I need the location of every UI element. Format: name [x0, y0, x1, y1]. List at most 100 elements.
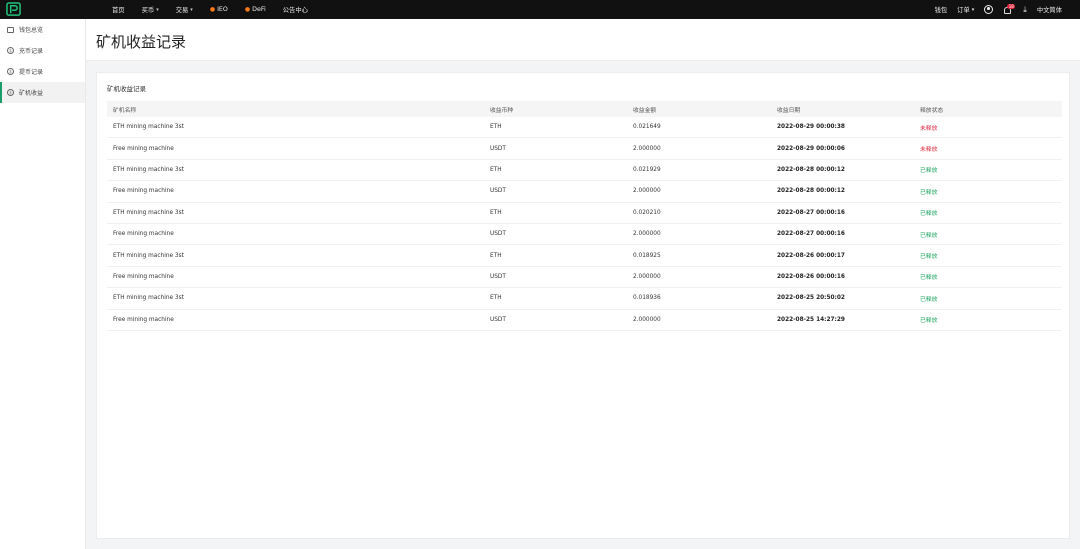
- table-body: ETH mining machine 3st ETH 0.021649 2022-08…: [107, 117, 1062, 331]
- cell-date: 2022-08-28 00:00:12: [777, 166, 845, 173]
- cell-machine-name: ETH mining machine 3st: [113, 124, 184, 131]
- wallet-link[interactable]: 钱包: [935, 5, 948, 14]
- nav-trade[interactable]: 交易 ▾: [175, 5, 193, 15]
- cell-status: 已释放: [920, 254, 938, 261]
- page-header: 矿机收益记录: [86, 19, 1080, 61]
- cell-machine-name: ETH mining machine 3st: [113, 166, 184, 173]
- cell-status: 未释放: [920, 125, 938, 132]
- cell-machine-name: ETH mining machine 3st: [113, 252, 184, 259]
- table-row: ETH mining machine 3st ETH 0.020210 2022-08…: [107, 203, 1062, 224]
- user-avatar-button[interactable]: [984, 5, 994, 14]
- cell-currency: ETH: [490, 295, 502, 302]
- nav-defi[interactable]: ● DeFi: [245, 6, 266, 13]
- orders-menu[interactable]: 订单 ▾: [957, 5, 975, 15]
- sidebar-item-mining-earnings[interactable]: $ 矿机收益: [0, 82, 85, 103]
- table-row: ETH mining machine 3st ETH 0.018925 2022-08…: [107, 245, 1062, 267]
- earnings-card: 矿机收益记录 矿机名称 收益币种 收益金额 收益日期 释放状态 ETH mini…: [96, 72, 1070, 539]
- column-header-machine-name: 矿机名称: [113, 107, 137, 114]
- cell-status: 已释放: [920, 275, 938, 282]
- sidebar-item-withdraw-records[interactable]: $ 提币记录: [0, 61, 85, 82]
- cell-machine-name: ETH mining machine 3st: [113, 295, 184, 302]
- brand-logo[interactable]: [6, 2, 21, 17]
- cell-date: 2022-08-27 00:00:16: [777, 231, 845, 238]
- cell-amount: 0.018936: [633, 295, 661, 302]
- user-nav: 钱包 订单 ▾ 18 ⤓ 中文简体: [925, 0, 1062, 19]
- cell-machine-name: Free mining machine: [113, 231, 174, 238]
- cell-currency: ETH: [490, 124, 502, 131]
- orders-label: 订单: [957, 7, 970, 14]
- cell-machine-name: Free mining machine: [113, 145, 174, 152]
- cell-amount: 0.021929: [633, 166, 661, 173]
- cell-status: 未释放: [920, 147, 938, 154]
- user-icon: [984, 5, 994, 14]
- cell-status: 已释放: [920, 211, 938, 218]
- cell-status: 已释放: [920, 232, 938, 239]
- nav-ieo[interactable]: ● IEO: [210, 6, 228, 13]
- cell-status: 已释放: [920, 296, 938, 303]
- earnings-table: 矿机名称 收益币种 收益金额 收益日期 释放状态 ETH mining mach…: [107, 101, 1062, 331]
- flame-icon: ●: [209, 6, 216, 13]
- nav-announcements-label: 公告中心: [282, 7, 308, 14]
- chevron-down-icon: ▾: [190, 6, 193, 13]
- cell-machine-name: ETH mining machine 3st: [113, 209, 184, 216]
- sidebar: 钱包总览 $ 充币记录 $ 提币记录 $ 矿机收益: [0, 19, 86, 549]
- table-header: 矿机名称 收益币种 收益金额 收益日期 释放状态: [107, 101, 1062, 117]
- nav-buy-crypto[interactable]: 买币 ▾: [141, 5, 159, 15]
- column-header-currency: 收益币种: [490, 107, 514, 114]
- table-row: ETH mining machine 3st ETH 0.018936 2022-08…: [107, 288, 1062, 310]
- cell-currency: USDT: [490, 273, 506, 280]
- cell-date: 2022-08-29 00:00:06: [777, 145, 845, 152]
- cell-currency: ETH: [490, 209, 502, 216]
- table-row: ETH mining machine 3st ETH 0.021649 2022-08…: [107, 117, 1062, 139]
- nav-trade-label: 交易: [175, 7, 189, 14]
- cell-date: 2022-08-27 00:00:16: [777, 209, 845, 216]
- nav-ieo-label: IEO: [217, 6, 228, 13]
- download-icon: ⤓: [1023, 4, 1027, 14]
- top-navigation-bar: 首页 买币 ▾ 交易 ▾ ● IEO ● DeFi 公告中心 钱包 订单 ▾ 1…: [0, 0, 1080, 19]
- flame-icon: ●: [244, 6, 251, 13]
- cell-amount: 2.000000: [633, 188, 661, 195]
- card-title: 矿机收益记录: [107, 85, 146, 93]
- chevron-down-icon: ▾: [971, 6, 975, 13]
- wallet-icon: [7, 26, 14, 33]
- table-row: Free mining machine USDT 2.000000 2022-08-2…: [107, 181, 1062, 203]
- wallet-label: 钱包: [934, 7, 948, 14]
- coin-icon: $: [7, 68, 14, 75]
- cell-currency: ETH: [490, 252, 502, 259]
- sidebar-item-label: 提币记录: [19, 69, 44, 76]
- main-nav: 首页 买币 ▾ 交易 ▾ ● IEO ● DeFi 公告中心: [112, 0, 325, 19]
- cell-machine-name: Free mining machine: [113, 188, 174, 195]
- table-row: Free mining machine USDT 2.000000 2022-08-2…: [107, 224, 1062, 246]
- nav-announcements[interactable]: 公告中心: [283, 5, 308, 14]
- notifications-button[interactable]: 18: [1003, 3, 1016, 16]
- sidebar-item-wallet-overview[interactable]: 钱包总览: [0, 19, 85, 40]
- chevron-down-icon: ▾: [156, 6, 159, 13]
- sidebar-item-deposit-records[interactable]: $ 充币记录: [0, 40, 85, 61]
- cell-amount: 2.000000: [633, 316, 661, 323]
- sidebar-item-label: 充币记录: [19, 48, 44, 55]
- page-title: 矿机收益记录: [96, 33, 187, 51]
- table-row: Free mining machine USDT 2.000000 2022-08-2…: [107, 310, 1062, 331]
- cell-date: 2022-08-29 00:00:38: [777, 124, 845, 131]
- download-button[interactable]: ⤓: [1023, 5, 1027, 15]
- cell-status: 已释放: [920, 189, 938, 196]
- sidebar-item-label: 矿机收益: [19, 90, 44, 97]
- language-label: 中文简体: [1036, 7, 1062, 14]
- sidebar-item-label: 钱包总览: [19, 27, 44, 34]
- cell-currency: USDT: [490, 188, 506, 195]
- notification-badge: 18: [1007, 3, 1016, 9]
- nav-defi-label: DeFi: [252, 6, 266, 13]
- table-row: Free mining machine USDT 2.000000 2022-08-2…: [107, 267, 1062, 289]
- cell-amount: 2.000000: [633, 273, 661, 280]
- cell-currency: USDT: [490, 145, 506, 152]
- nav-home[interactable]: 首页: [112, 5, 125, 14]
- cell-status: 已释放: [920, 168, 938, 175]
- cell-amount: 0.018925: [633, 252, 661, 259]
- cell-date: 2022-08-26 00:00:17: [777, 252, 845, 259]
- nav-buy-crypto-label: 买币: [141, 7, 155, 14]
- language-selector[interactable]: 中文简体: [1037, 5, 1062, 14]
- cell-currency: ETH: [490, 166, 502, 173]
- column-header-amount: 收益金额: [633, 107, 657, 114]
- cell-date: 2022-08-26 00:00:16: [777, 273, 845, 280]
- cell-machine-name: Free mining machine: [113, 273, 174, 280]
